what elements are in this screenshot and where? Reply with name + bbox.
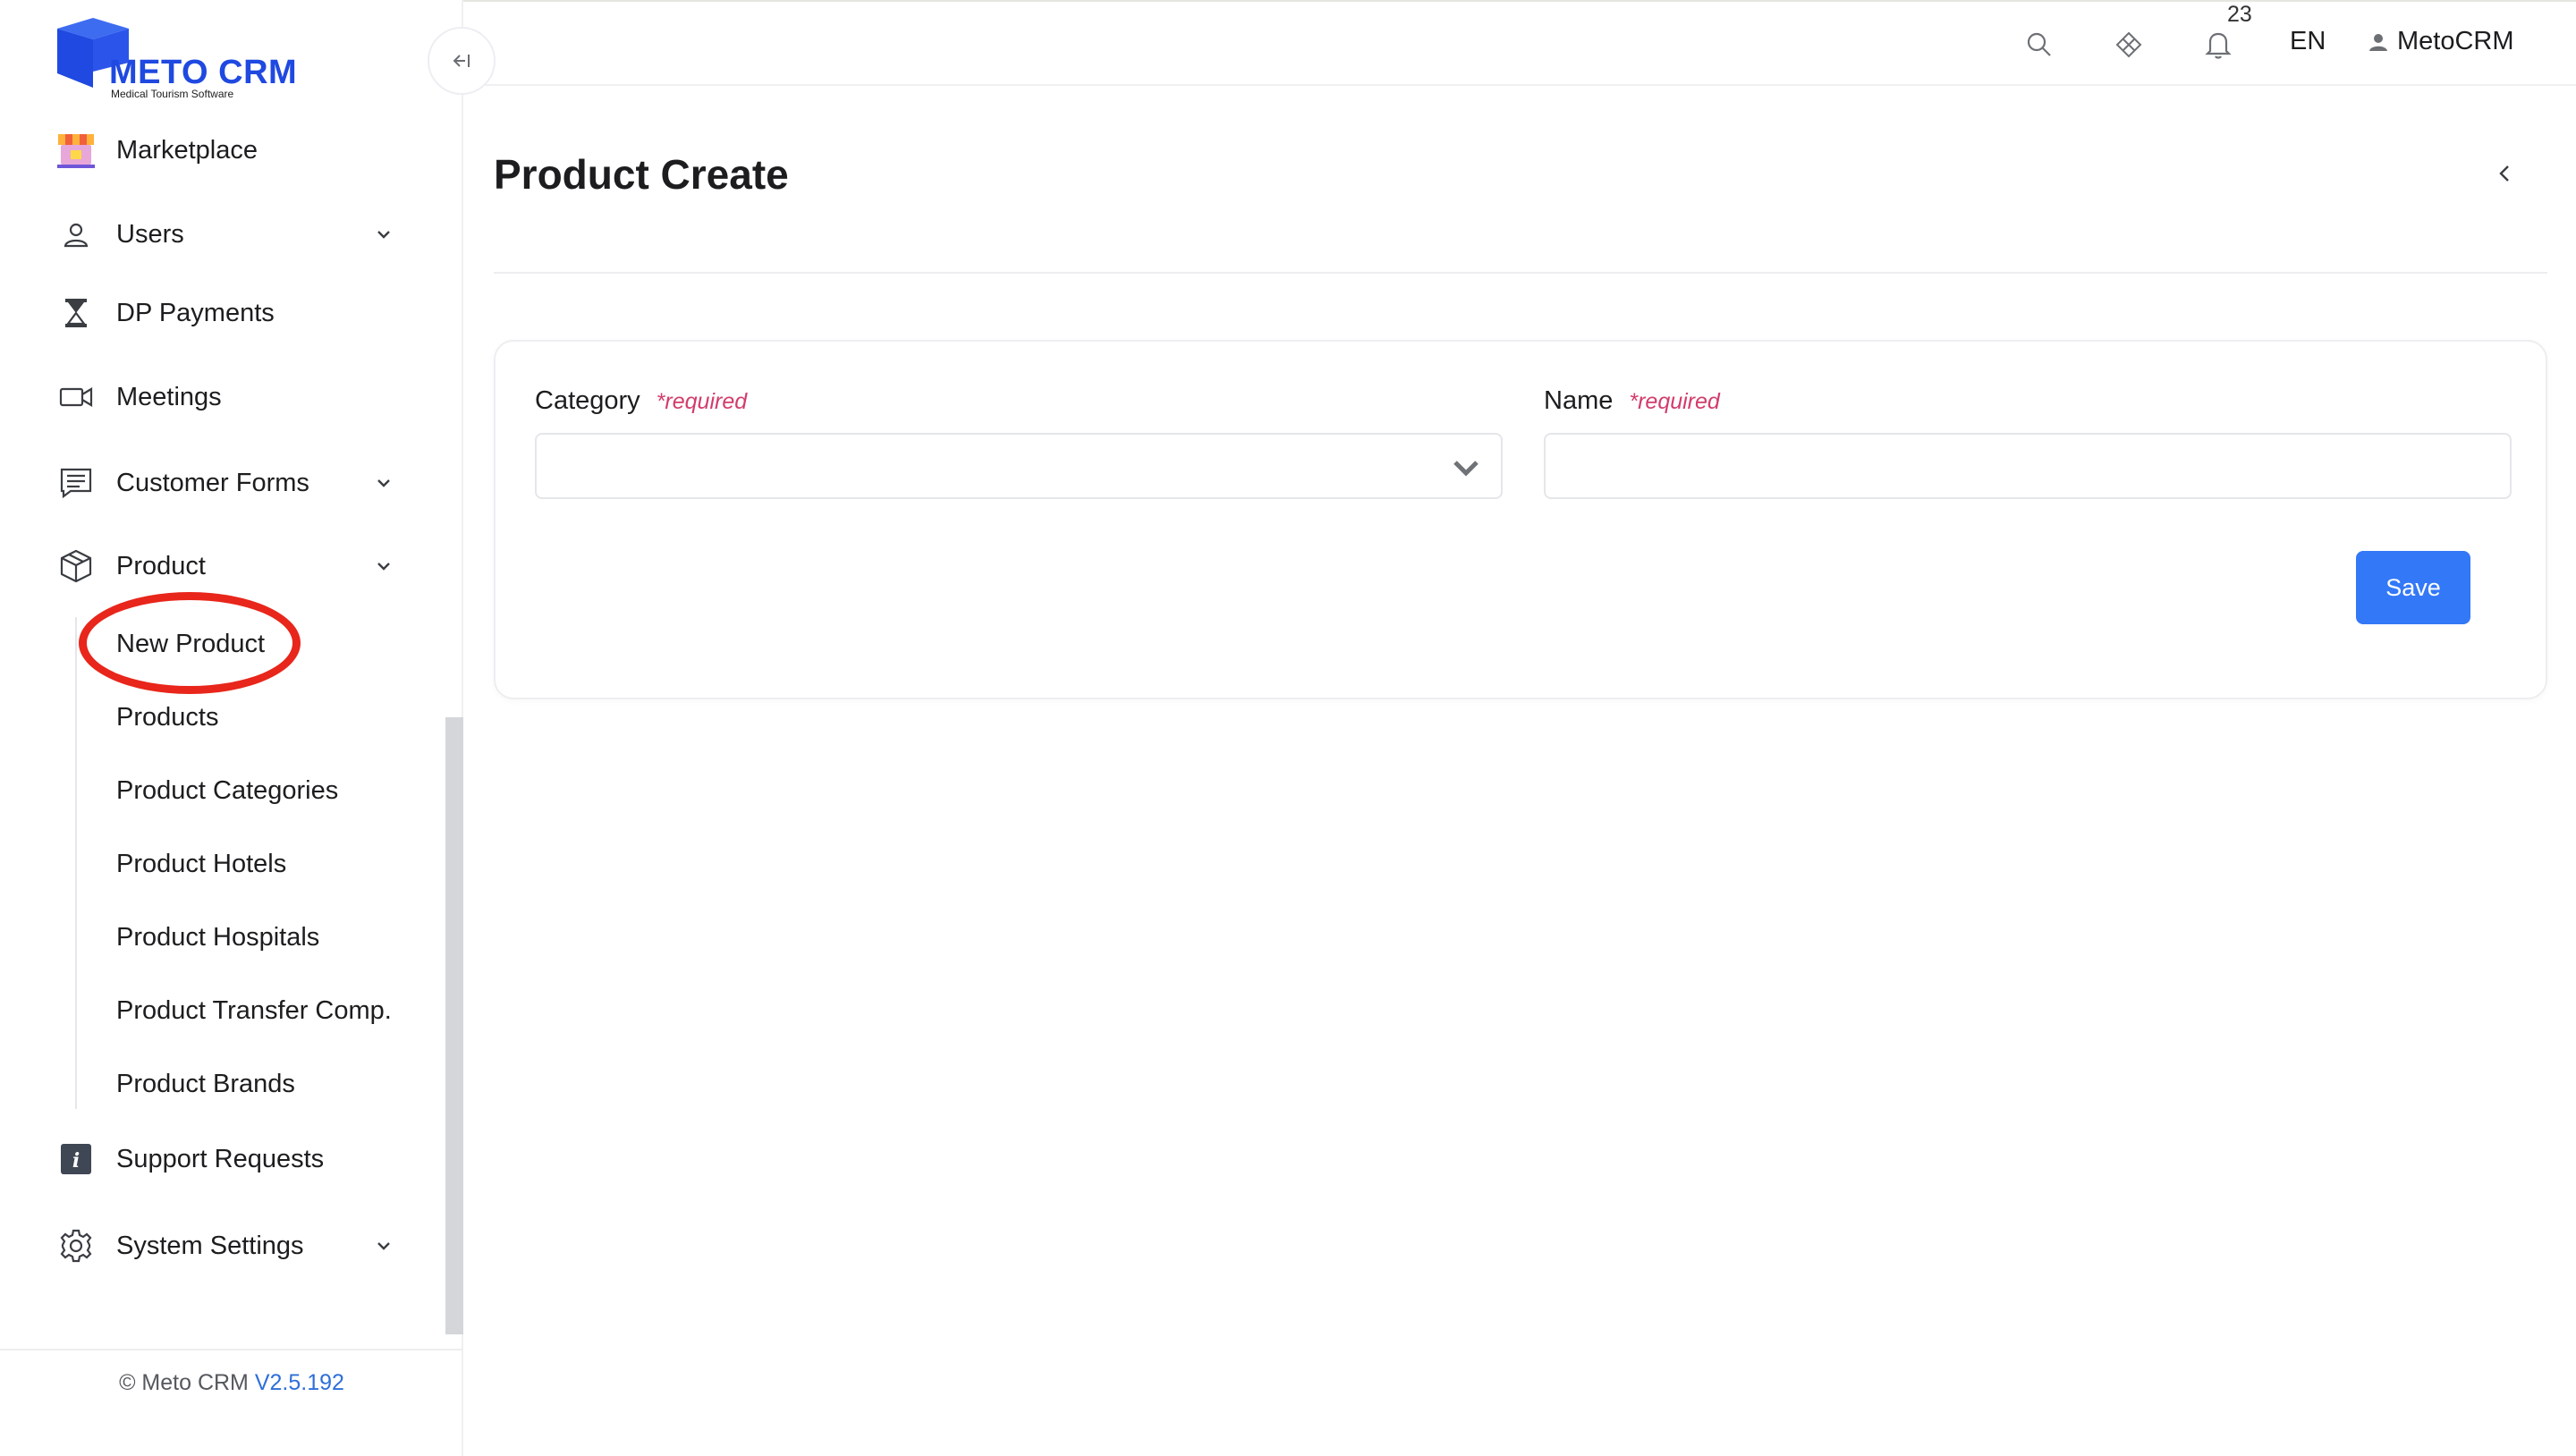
chevron-down-icon <box>377 231 390 239</box>
user-menu[interactable]: MetoCRM <box>2368 27 2514 56</box>
diamond-grid-icon <box>2115 31 2142 58</box>
sidebar-item-label: Marketplace <box>116 135 258 165</box>
category-label: Category *required <box>535 386 747 416</box>
name-label: Name *required <box>1544 386 1720 416</box>
sidebar-item-label: DP Payments <box>116 298 275 327</box>
name-input[interactable] <box>1544 433 2512 499</box>
title-divider <box>494 272 2547 274</box>
hourglass-icon <box>55 292 97 334</box>
sidebar-subitem-product-transfer-comp[interactable]: Product Transfer Comp. <box>116 988 392 1033</box>
copyright-text: © Meto CRM <box>119 1370 249 1395</box>
chevron-left-icon <box>2499 165 2509 182</box>
sidebar-item-label: System Settings <box>116 1231 304 1260</box>
sidebar-item-dp-payments[interactable]: DP Payments <box>55 286 404 340</box>
sidebar-item-label: Product <box>116 551 206 580</box>
sidebar-item-meetings[interactable]: Meetings <box>55 370 404 424</box>
sidebar-item-marketplace[interactable]: Marketplace <box>55 123 404 177</box>
back-button[interactable] <box>2488 156 2521 191</box>
version-link[interactable]: V2.5.192 <box>255 1370 344 1395</box>
search-button[interactable] <box>2021 27 2057 63</box>
user-name: MetoCRM <box>2397 27 2514 55</box>
logo-name: METO CRM <box>109 54 298 91</box>
sidebar-item-system-settings[interactable]: System Settings <box>55 1219 404 1273</box>
video-camera-icon <box>55 377 97 418</box>
sidebar-item-label: Users <box>116 219 184 249</box>
sidebar-footer: © Meto CRM V2.5.192 <box>0 1370 463 1396</box>
sidebar-subitem-product-brands[interactable]: Product Brands <box>116 1062 295 1106</box>
logo-tagline: Medical Tourism Software <box>111 88 234 100</box>
chevron-down-icon <box>1453 461 1479 477</box>
collapse-left-icon <box>453 55 470 67</box>
bell-icon <box>2205 32 2232 59</box>
submenu-guide-line <box>75 617 77 1109</box>
search-icon <box>2027 32 2051 56</box>
sidebar-collapse-button[interactable] <box>428 27 496 95</box>
apps-button[interactable] <box>2111 27 2147 63</box>
gear-icon <box>55 1225 97 1266</box>
sidebar-subitem-new-product[interactable]: New Product <box>116 622 265 666</box>
name-label-text: Name <box>1544 386 1614 415</box>
sidebar: METO CRM Medical Tourism Software Market… <box>0 0 463 1456</box>
sidebar-item-customer-forms[interactable]: Customer Forms <box>55 456 404 510</box>
person-icon <box>2369 33 2387 51</box>
category-label-text: Category <box>535 386 640 415</box>
sidebar-subitem-products[interactable]: Products <box>116 695 218 740</box>
sidebar-item-label: Support Requests <box>116 1144 325 1173</box>
notification-count-badge: 23 <box>2227 2 2252 27</box>
chevron-down-icon <box>377 479 390 487</box>
marketplace-store-icon <box>55 130 97 171</box>
sidebar-item-label: Meetings <box>116 382 222 411</box>
footer-divider <box>0 1349 463 1350</box>
top-header: 23 EN MetoCRM <box>465 2 2576 86</box>
sidebar-subitem-product-hospitals[interactable]: Product Hospitals <box>116 915 319 960</box>
name-required-hint: *required <box>1629 389 1720 414</box>
sidebar-item-product[interactable]: Product <box>55 539 404 593</box>
product-form-card: Category *required Name *required Save <box>494 340 2547 699</box>
sidebar-subitem-product-hotels[interactable]: Product Hotels <box>116 842 286 886</box>
box-icon <box>55 546 97 587</box>
chevron-down-icon <box>377 563 390 571</box>
chevron-down-icon <box>377 1242 390 1250</box>
page-title: Product Create <box>494 151 789 198</box>
language-selector[interactable]: EN <box>2290 27 2326 56</box>
sidebar-subitem-product-categories[interactable]: Product Categories <box>116 768 338 813</box>
app-root: METO CRM Medical Tourism Software Market… <box>0 0 2576 1456</box>
sidebar-scrollbar[interactable] <box>445 717 463 1334</box>
notifications-button[interactable] <box>2200 27 2236 63</box>
logo[interactable]: METO CRM Medical Tourism Software <box>48 14 317 104</box>
category-required-hint: *required <box>656 389 748 414</box>
sidebar-item-users[interactable]: Users <box>55 207 404 261</box>
sidebar-item-support-requests[interactable]: i Support Requests <box>55 1132 404 1186</box>
form-message-icon <box>55 462 97 504</box>
sidebar-item-label: Customer Forms <box>116 468 309 497</box>
user-icon <box>55 214 97 255</box>
category-select[interactable] <box>535 433 1503 499</box>
save-button[interactable]: Save <box>2356 551 2470 624</box>
info-icon: i <box>55 1139 97 1180</box>
svg-text:i: i <box>72 1149 80 1172</box>
